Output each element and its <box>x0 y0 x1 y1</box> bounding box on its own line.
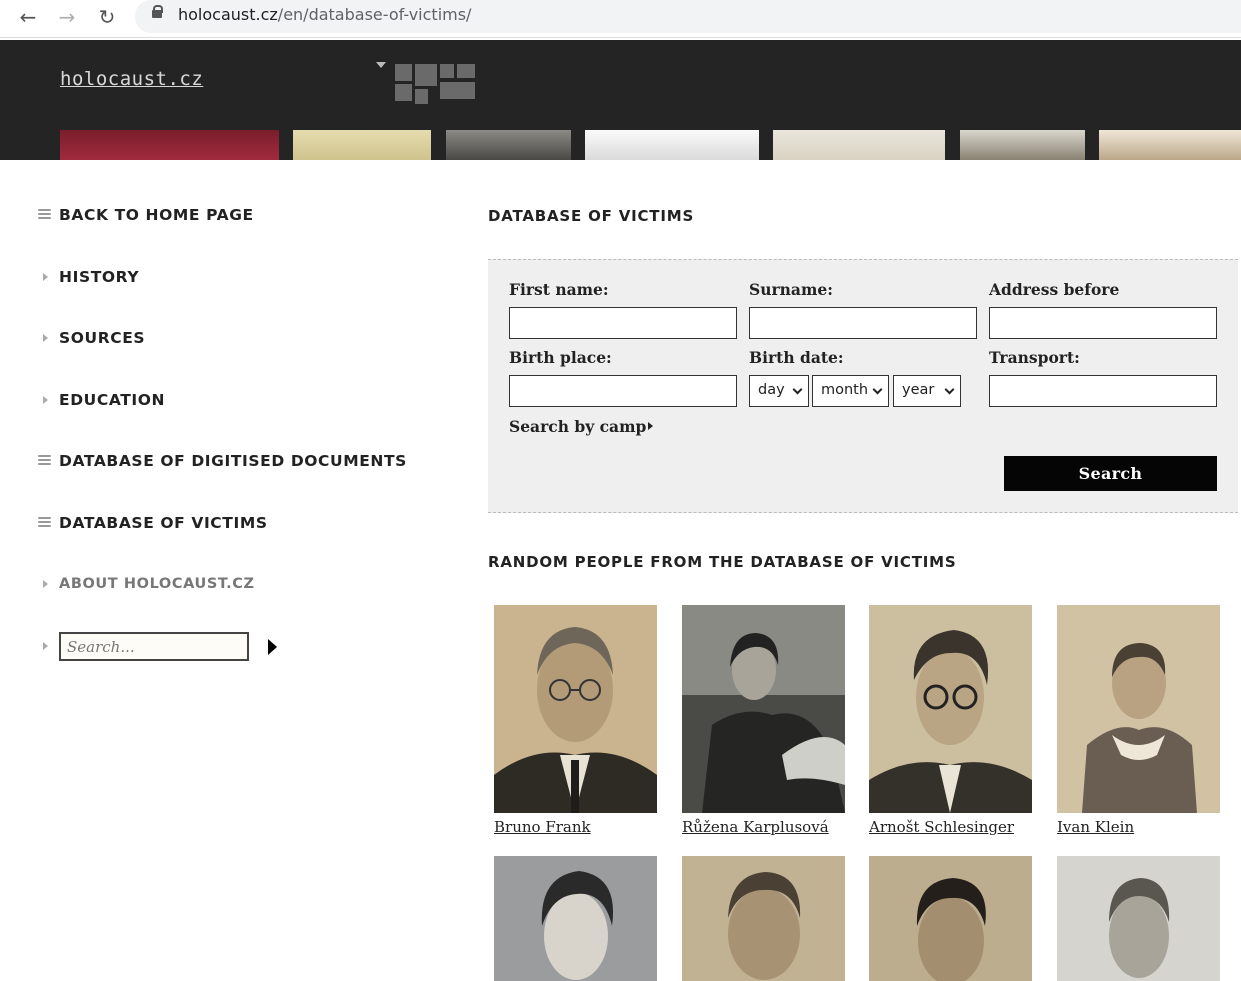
header-photo <box>60 130 279 160</box>
triangle-right-icon <box>43 396 48 404</box>
search-by-camp-link[interactable]: Search by camp <box>509 417 646 436</box>
month-select[interactable]: month <box>812 375 889 407</box>
list-icon <box>38 209 51 221</box>
url-text[interactable]: holocaust.cz/en/database-of-victims/ <box>178 5 471 24</box>
site-header: holocaust.cz <box>0 40 1241 160</box>
url-path: /en/database-of-victims/ <box>277 5 472 24</box>
surname-input[interactable] <box>749 307 977 339</box>
birth-place-input[interactable] <box>509 375 737 407</box>
triangle-right-icon <box>648 422 653 430</box>
transport-label: Transport: <box>989 348 1080 367</box>
person-name-link[interactable]: Ivan Klein <box>1057 818 1134 836</box>
triangle-right-icon <box>43 334 48 342</box>
list-icon <box>38 455 51 467</box>
chevron-down-icon <box>872 384 883 395</box>
header-photo <box>585 130 759 160</box>
random-people-title: RANDOM PEOPLE FROM THE DATABASE OF VICTI… <box>488 553 957 571</box>
person-photo[interactable] <box>682 605 845 813</box>
mosaic-logo-icon <box>395 64 475 104</box>
person-name-link[interactable]: Arnošt Schlesinger <box>869 818 1014 836</box>
triangle-right-icon <box>43 580 48 588</box>
person-photo[interactable] <box>1057 856 1220 981</box>
triangle-right-icon <box>43 642 48 650</box>
day-select-value: day <box>758 382 785 398</box>
page-title: DATABASE OF VICTIMS <box>488 207 695 225</box>
list-icon <box>38 517 51 529</box>
sidebar-item-history[interactable]: HISTORY <box>59 268 139 286</box>
year-select[interactable]: year <box>893 375 961 407</box>
back-arrow-icon[interactable]: ← <box>13 4 43 30</box>
search-form: First name: Surname: Address before Birt… <box>488 259 1238 513</box>
first-name-input[interactable] <box>509 307 737 339</box>
sidebar-item-sources[interactable]: SOURCES <box>59 329 145 347</box>
header-photo <box>1099 130 1241 160</box>
sidebar-search-input[interactable] <box>59 632 249 661</box>
sidebar-item-home[interactable]: BACK TO HOME PAGE <box>59 206 254 224</box>
url-host: holocaust.cz <box>178 5 278 24</box>
person-photo[interactable] <box>869 856 1032 981</box>
search-button[interactable]: Search <box>1004 456 1217 491</box>
sidebar-item-database-of-victims[interactable]: DATABASE OF VICTIMS <box>59 514 268 532</box>
birth-place-label: Birth place: <box>509 348 612 367</box>
browser-toolbar: ← → ↻ holocaust.cz/en/database-of-victim… <box>0 0 1241 38</box>
lock-icon <box>152 5 163 18</box>
forward-arrow-icon[interactable]: → <box>52 4 82 30</box>
first-name-label: First name: <box>509 280 609 299</box>
sidebar-item-digitised-documents[interactable]: DATABASE OF DIGITISED DOCUMENTS <box>59 452 407 470</box>
person-photo[interactable] <box>494 605 657 813</box>
header-photo <box>773 130 945 160</box>
header-photo <box>960 130 1085 160</box>
month-select-value: month <box>821 382 869 398</box>
address-input[interactable] <box>989 307 1217 339</box>
person-photo[interactable] <box>682 856 845 981</box>
sidebar-item-education[interactable]: EDUCATION <box>59 391 165 409</box>
person-photo[interactable] <box>1057 605 1220 813</box>
chevron-down-icon <box>944 384 955 395</box>
address-bar[interactable]: holocaust.cz/en/database-of-victims/ <box>135 0 1241 33</box>
person-name-link[interactable]: Růžena Karplusová <box>682 818 829 836</box>
surname-label: Surname: <box>749 280 833 299</box>
person-photo[interactable] <box>494 856 657 981</box>
day-select[interactable]: day <box>749 375 809 407</box>
sidebar-item-about[interactable]: ABOUT HOLOCAUST.CZ <box>59 576 255 592</box>
transport-input[interactable] <box>989 375 1217 407</box>
chevron-down-icon <box>792 384 803 395</box>
person-name-link[interactable]: Bruno Frank <box>494 818 591 836</box>
year-select-value: year <box>902 382 935 398</box>
caret-down-icon <box>376 62 386 68</box>
header-photo <box>293 130 431 160</box>
reload-icon[interactable]: ↻ <box>92 4 122 30</box>
person-photo[interactable] <box>869 605 1032 813</box>
birth-date-label: Birth date: <box>749 348 844 367</box>
address-label: Address before <box>989 280 1120 299</box>
site-logo[interactable]: holocaust.cz <box>60 68 203 90</box>
header-photo <box>446 130 571 160</box>
search-go-icon[interactable] <box>268 639 277 655</box>
triangle-right-icon <box>43 273 48 281</box>
